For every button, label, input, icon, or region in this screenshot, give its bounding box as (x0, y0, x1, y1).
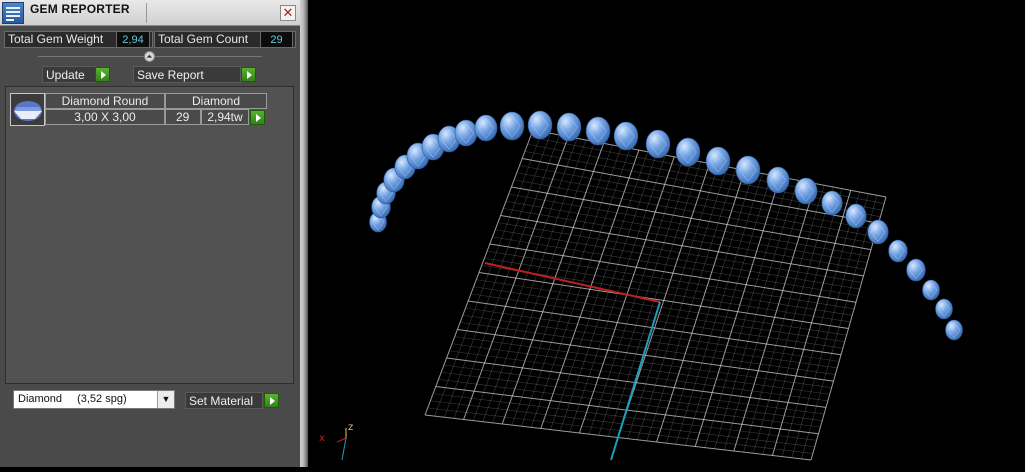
total-weight-label: Total Gem Weight (8, 32, 104, 46)
gem-shape-cell[interactable]: Diamond Round (45, 93, 165, 109)
grid-line (801, 195, 878, 459)
gem-stone (906, 258, 926, 282)
gem-stone (945, 319, 963, 341)
title-separator (146, 3, 147, 23)
gem-stone (675, 137, 701, 167)
material-select-name: Diamond (18, 393, 63, 405)
gem-thumbnail-icon (10, 93, 45, 126)
close-icon[interactable]: ✕ (280, 5, 296, 21)
gem-stone (585, 116, 611, 146)
grid-line (781, 191, 860, 457)
gem-list (5, 86, 294, 384)
gem-ring (369, 110, 963, 341)
gem-material-cell[interactable]: Diamond (165, 93, 267, 109)
gizmo-x-label: x (319, 433, 325, 444)
panel-splitter[interactable] (300, 0, 308, 467)
gem-stone (888, 239, 908, 263)
update-button[interactable]: Update (42, 66, 96, 83)
gem-stone (527, 110, 553, 140)
x-axis-line (484, 262, 661, 303)
title-bar[interactable]: GEM REPORTER ✕ (0, 0, 300, 26)
gem-size-cell[interactable]: 3,00 X 3,00 (45, 109, 165, 125)
gem-row-play-icon[interactable] (250, 110, 265, 125)
app-icon (2, 2, 24, 24)
gem-stone (821, 190, 843, 216)
collapse-icon[interactable]: ⏶ (144, 51, 155, 62)
3d-viewport[interactable]: z x (308, 0, 1025, 467)
gem-stone (613, 121, 639, 151)
save-report-play-icon[interactable] (241, 67, 256, 82)
total-weight-value: 2,94 (116, 31, 150, 48)
gem-stone (766, 166, 790, 194)
grid-line (791, 193, 869, 458)
material-select[interactable]: Diamond (3,52 spg) (13, 390, 175, 409)
gem-stone (867, 219, 889, 245)
total-count-label: Total Gem Count (158, 32, 249, 46)
total-count-value: 29 (260, 31, 293, 48)
gem-count-cell[interactable]: 29 (165, 109, 201, 125)
grid-line (771, 190, 852, 456)
gem-stone (794, 177, 818, 205)
set-material-button[interactable]: Set Material (185, 392, 263, 409)
gem-stone (735, 155, 761, 185)
set-material-play-icon[interactable] (264, 393, 279, 408)
panel-title: GEM REPORTER (30, 2, 130, 16)
gem-stone (499, 111, 525, 141)
axis-gizmo: z x (319, 422, 353, 461)
gem-stone (556, 112, 582, 142)
gem-stone (645, 129, 671, 159)
grid-line (762, 188, 843, 455)
gem-reporter-panel: GEM REPORTER ✕ Total Gem Weight 2,94 Tot… (0, 0, 300, 467)
ground-grid (424, 129, 887, 461)
gem-stone (705, 146, 731, 176)
update-play-icon[interactable] (95, 67, 110, 82)
viewport-canvas[interactable]: z x (308, 0, 1025, 467)
gizmo-z-label: z (348, 422, 353, 433)
gem-stone (922, 279, 940, 301)
save-report-button[interactable]: Save Report (133, 66, 241, 83)
material-select-detail: (3,52 spg) (77, 393, 127, 405)
gem-stone (935, 298, 953, 320)
gem-weight-cell[interactable]: 2,94tw (201, 109, 249, 125)
gem-stone (454, 119, 478, 147)
gem-stone (474, 114, 498, 142)
dropdown-arrow-icon[interactable]: ▼ (157, 391, 174, 408)
gem-stone (845, 203, 867, 229)
